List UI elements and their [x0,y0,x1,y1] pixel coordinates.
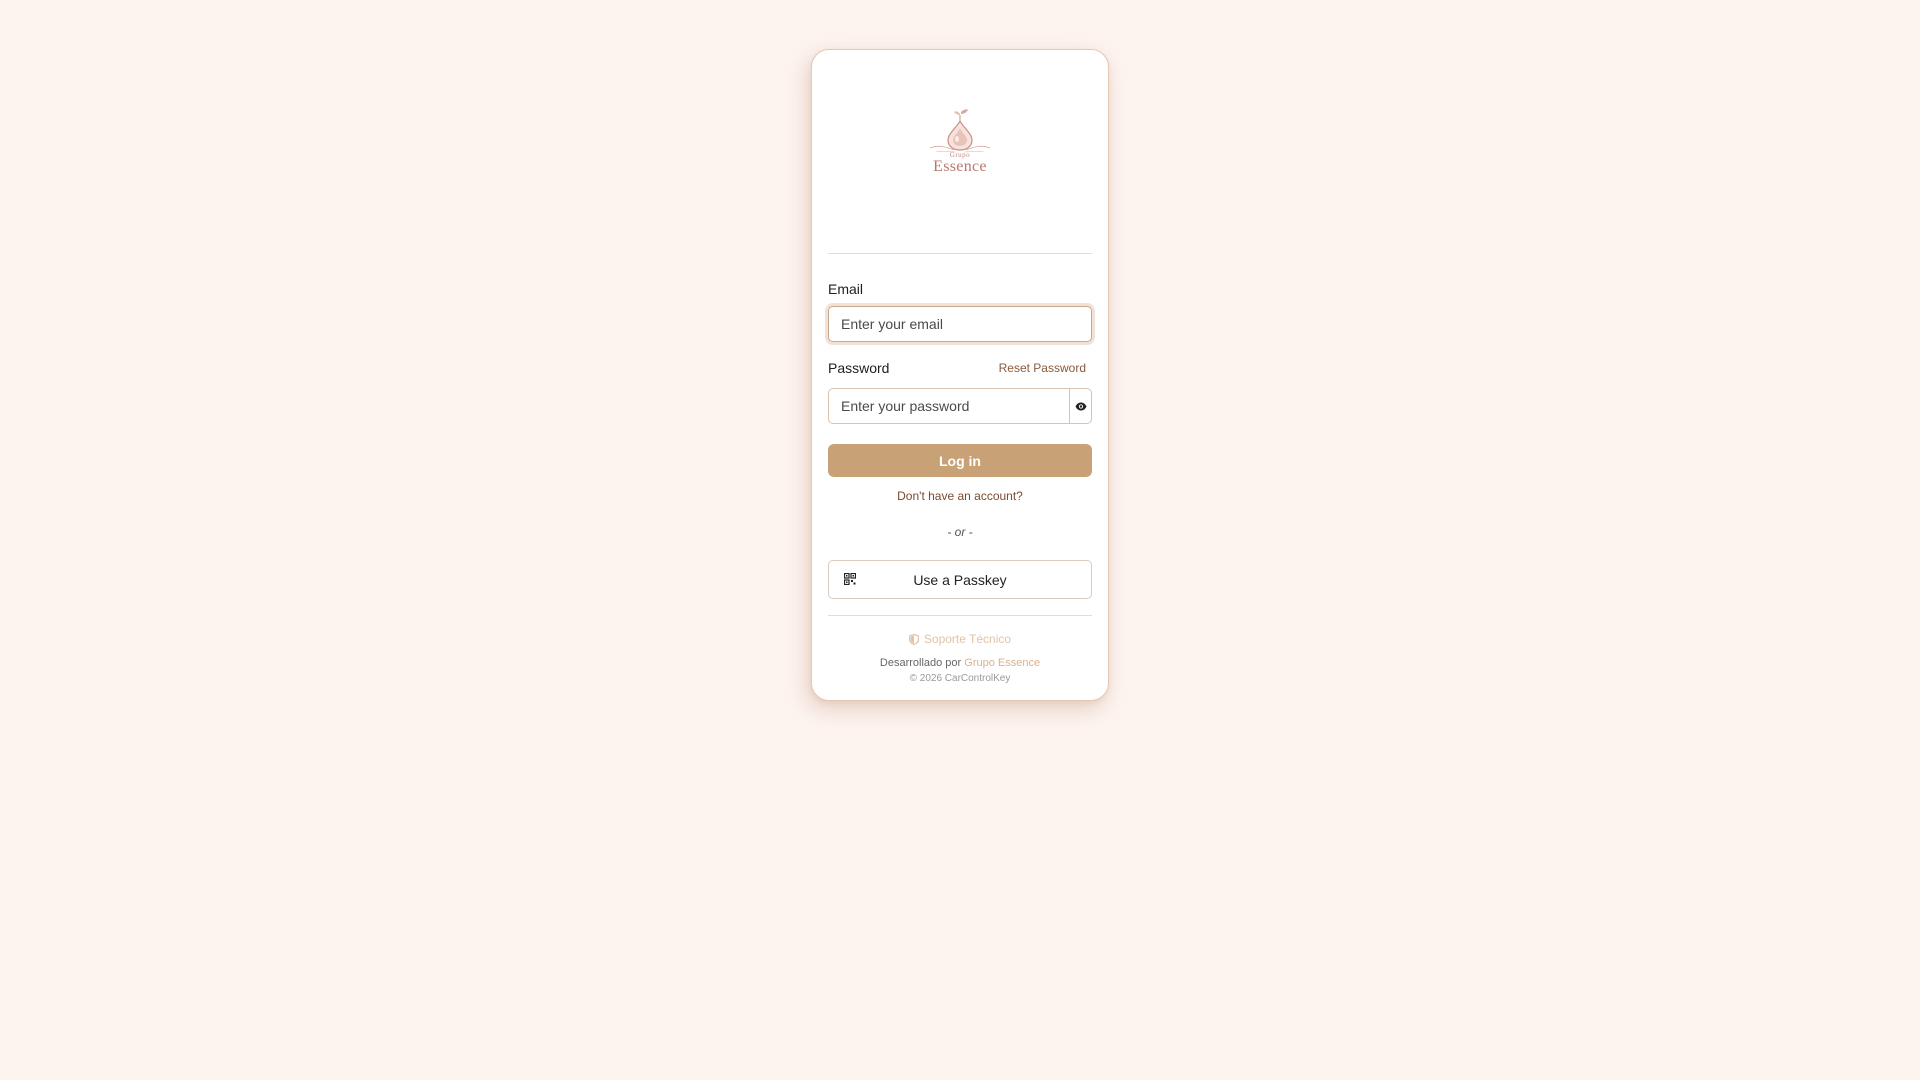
reset-password-link[interactable]: Reset Password [999,361,1086,375]
signup-link[interactable]: Don't have an account? [828,489,1092,504]
password-label-row: Password Reset Password [828,359,1092,376]
support-link[interactable]: Soporte Técnico [828,632,1092,646]
developed-by-text: Desarrollado por [879,657,962,669]
logo-section: Grupo Essence [828,50,1092,254]
password-label: Password [828,359,890,376]
eye-icon [1075,402,1087,410]
toggle-password-button[interactable] [1070,388,1092,424]
shield-icon [908,633,919,645]
developed-by-line: Desarrollado por Grupo Essence [828,657,1092,669]
qr-code-icon [844,573,856,585]
copyright: © 2026 CarControlKey [909,673,1011,684]
or-separator: - or - [947,525,973,539]
support-label: Soporte Técnico [923,632,1012,646]
password-input[interactable] [828,388,1071,424]
email-input[interactable] [828,306,1092,342]
brand-logo: Grupo Essence [920,108,1000,184]
login-button[interactable]: Log in [828,444,1092,477]
logo-title: Essence [933,158,987,175]
password-input-group [828,388,1092,424]
email-label: Email [828,281,864,297]
card-footer: Soporte Técnico Desarrollado por Grupo E… [828,615,1092,684]
passkey-button[interactable]: Use a Passkey [828,560,1092,599]
login-card: Grupo Essence Email Password Reset Passw… [811,49,1109,701]
developer-link[interactable]: Grupo Essence [964,657,1040,669]
passkey-button-label: Use a Passkey [913,571,1007,588]
